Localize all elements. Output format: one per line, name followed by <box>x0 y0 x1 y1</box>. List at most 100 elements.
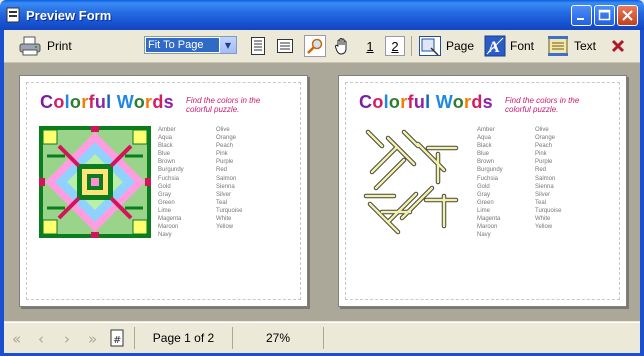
minimize-button[interactable] <box>571 5 592 26</box>
page-2-preview[interactable]: Colorful Words Find the colors in the co… <box>338 75 627 307</box>
word-list-item: Teal <box>216 199 228 206</box>
word-list-item: Amber <box>477 127 495 133</box>
word-list-item: Fuchsia <box>477 175 499 182</box>
word-list-item: Brown <box>477 159 495 166</box>
word-list-item: White <box>535 216 551 223</box>
goto-page-button[interactable]: # <box>110 329 124 350</box>
word-list-item: Orange <box>535 135 556 142</box>
page-setup-button[interactable]: Page <box>418 34 474 58</box>
single-page-button[interactable] <box>250 34 266 58</box>
close-preview-button[interactable] <box>610 34 626 58</box>
word-list-item: Purple <box>535 159 553 166</box>
title-letter: W <box>116 92 134 112</box>
word-list-item: Red <box>535 167 547 174</box>
maximize-button[interactable] <box>594 5 615 26</box>
word-list-item: Brown <box>158 159 176 166</box>
word-list-col-1: Amber Aqua Black Blue Brown Burgundy Fuchsia Go… <box>158 126 184 239</box>
word-list-item: Green <box>158 199 175 206</box>
word-list-item: Purple <box>216 159 234 166</box>
title-letter: C <box>359 92 373 112</box>
word-list-item: Yellow <box>535 224 553 231</box>
word-list-item: Gray <box>158 191 172 198</box>
font-label: Font <box>510 39 535 53</box>
word-list-item: Sienna <box>535 183 554 190</box>
title-letter: o <box>452 92 465 112</box>
text-label: Text <box>574 39 597 53</box>
page-1-preview[interactable]: Colorful Words Find the colors in the co… <box>19 75 308 307</box>
title-bar[interactable]: Preview Form <box>0 0 644 30</box>
word-list-col-1: Amber Aqua Black Blue Brown Burgundy Fuchsia Go… <box>477 126 503 239</box>
status-message <box>323 327 641 349</box>
page-2-button[interactable]: 2 <box>385 36 405 56</box>
page-width-button[interactable] <box>276 34 294 58</box>
zoom-select-value: Fit To Page <box>146 38 221 52</box>
text-icon <box>548 36 568 56</box>
font-icon: A <box>484 35 506 57</box>
puzzle-subtitle: Find the colors in the colorful puzzle. <box>186 96 261 114</box>
print-label: Print <box>47 39 72 53</box>
svg-text:#: # <box>113 335 121 346</box>
word-list-item: Navy <box>158 232 172 239</box>
window-title: Preview Form <box>26 8 112 23</box>
title-letter: r <box>400 92 408 112</box>
preview-window: Preview Form Print Fit To Page ▼ 1 2 Pag… <box>0 0 644 356</box>
close-button[interactable] <box>617 5 638 26</box>
previous-page-button[interactable]: ‹ <box>38 330 44 348</box>
title-letter: o <box>372 92 384 112</box>
zoom-select[interactable]: Fit To Page ▼ <box>144 36 237 54</box>
word-list-item: Teal <box>535 199 547 206</box>
next-page-button[interactable]: › <box>64 330 70 348</box>
word-list-item: Lime <box>477 207 491 214</box>
app-icon <box>6 7 20 23</box>
word-list-item: Pink <box>535 151 547 158</box>
puzzle-subtitle: Find the colors in the colorful puzzle. <box>505 96 580 114</box>
word-list-item: Burgundy <box>477 167 503 174</box>
puzzle-title: Colorful Words <box>40 92 174 113</box>
page-indicator: Page 1 of 2 <box>134 327 232 349</box>
solved-puzzle-grid <box>39 126 151 238</box>
word-list-item: Sienna <box>216 183 235 190</box>
last-page-button[interactable]: » <box>88 330 97 348</box>
font-button[interactable]: A Font <box>484 34 534 58</box>
title-letter: s <box>163 92 174 112</box>
word-list-item: Black <box>158 143 173 150</box>
title-letter: o <box>53 92 65 112</box>
word-list-item: Silver <box>216 191 232 198</box>
title-letter: W <box>435 92 453 112</box>
word-list-item: Salmon <box>535 175 556 182</box>
word-list-item: Maroon <box>477 224 498 231</box>
word-list-item: Black <box>477 143 492 150</box>
page-number-icon: # <box>110 329 124 347</box>
toolbar: Print Fit To Page ▼ 1 2 Page Font Text <box>4 30 640 63</box>
word-list-item: Aqua <box>158 135 173 142</box>
word-list-item: Magenta <box>477 216 501 223</box>
word-list-item: Olive <box>216 127 230 133</box>
title-letter: d <box>471 92 483 112</box>
hand-tool-button[interactable] <box>334 34 350 58</box>
preview-area[interactable]: Colorful Words Find the colors in the co… <box>4 63 640 321</box>
close-icon <box>611 39 625 53</box>
word-list-item: Aqua <box>477 135 492 142</box>
word-list-item: White <box>216 216 232 223</box>
title-letter: C <box>40 92 54 112</box>
minimize-icon <box>577 18 584 20</box>
word-list-item: Red <box>216 167 228 174</box>
print-button[interactable]: Print <box>18 34 72 58</box>
page-1-button[interactable]: 1 <box>360 36 380 56</box>
word-list-item: Turquoise <box>216 207 243 214</box>
word-list-item: Turquoise <box>535 207 562 214</box>
word-list-item: Orange <box>216 135 237 142</box>
hand-icon <box>334 38 347 55</box>
word-list-item: Magenta <box>158 216 182 223</box>
word-list-item: Lime <box>158 207 172 214</box>
title-letter: u <box>94 92 107 112</box>
zoom-tool-button[interactable] <box>304 35 326 57</box>
text-button[interactable]: Text <box>547 34 596 58</box>
title-letter: d <box>152 92 164 112</box>
chevron-down-icon[interactable]: ▼ <box>219 37 236 53</box>
word-list-item: Blue <box>158 151 171 158</box>
first-page-button[interactable]: « <box>12 330 21 348</box>
word-list-item: Salmon <box>216 175 237 182</box>
word-list-item: Blue <box>477 151 490 158</box>
word-list-item: Amber <box>158 127 176 133</box>
